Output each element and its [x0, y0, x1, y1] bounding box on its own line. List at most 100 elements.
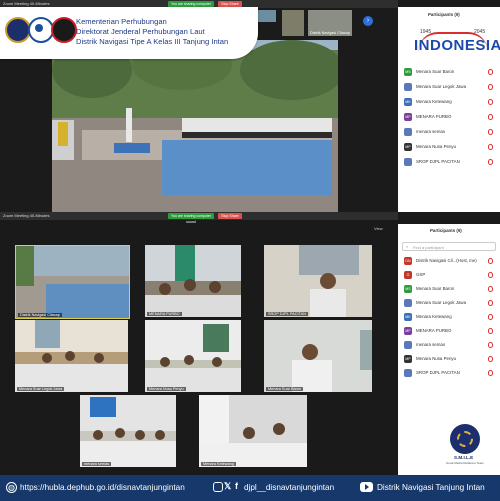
bottom-share-notice: You are sharing computer sound [168, 213, 214, 224]
smile-badge-title: S.M.I.L.E [454, 455, 474, 460]
participant-item[interactable]: SROP DJPL PACITAN [404, 157, 496, 168]
muted-mic-icon[interactable] [488, 144, 493, 150]
participant-name: Menara Ketewang [416, 99, 452, 104]
participant-name: Menara Ketewang [416, 314, 452, 319]
participant-avatar: MP [404, 355, 412, 363]
participant-avatar [404, 341, 412, 349]
participant-avatar: MP [404, 113, 412, 121]
participant-item[interactable]: MP MENARA PURBO [404, 112, 496, 123]
participant-avatar [404, 128, 412, 136]
participant-item[interactable]: MP Menara Nusa Penyu [404, 354, 496, 365]
muted-mic-icon[interactable] [488, 286, 493, 292]
globe-icon: ◍ [6, 482, 17, 493]
video-tile[interactable]: Distrik Navigasi Cilacap [15, 245, 130, 319]
participant-name: Menara Nusa Penyu [416, 144, 457, 149]
twitter-icon: 𝕏 [224, 481, 232, 491]
participant-item[interactable]: MP Menara Nusa Penyu [404, 142, 496, 153]
muted-mic-icon[interactable] [488, 314, 493, 320]
muted-mic-icon[interactable] [488, 84, 493, 90]
muted-mic-icon[interactable] [488, 328, 493, 334]
year-left: 1945 [420, 29, 432, 35]
muted-mic-icon[interactable] [488, 99, 493, 105]
footer-website[interactable]: https://hubla.dephub.go.id/disnavtanjung… [20, 483, 185, 492]
bottom-zoom-window-title: Zoom Meeting 40-Minutes [3, 213, 50, 218]
participant-item[interactable]: MS Menara Suar Baron [404, 284, 496, 295]
top-participants-panel: Participants (9) 1945 2045 INDONESIA MS M… [398, 7, 500, 215]
video-tile[interactable]: MENARA PURBO [145, 245, 241, 317]
tile-label: MENARA PURBO [147, 312, 182, 316]
tile-label: menara semas [82, 462, 112, 466]
muted-mic-icon[interactable] [488, 342, 493, 348]
footer-social[interactable]: djpl__disnavtanjungintan [244, 483, 334, 492]
tile-label: Menara Suar Legok Jawa [17, 387, 65, 391]
bottom-participants-title: Participants (9) [430, 228, 462, 233]
ceremony-scene [52, 40, 338, 212]
participant-item[interactable]: menara semas [404, 127, 496, 138]
participant-item[interactable]: G GSP [404, 270, 496, 281]
youtube-icon [360, 482, 373, 492]
participant-avatar: MP [404, 143, 412, 151]
participant-avatar: MS [404, 68, 412, 76]
top-thumb-1 [258, 10, 276, 22]
video-tile[interactable]: Menara Suar Legok Jawa [15, 320, 128, 392]
footer-youtube[interactable]: Distrik Navigasi Tanjung Intan [377, 483, 485, 492]
muted-mic-icon[interactable] [488, 69, 493, 75]
participant-avatar: DN [404, 257, 412, 265]
participant-name: Menara Nusa Penyu [416, 356, 457, 361]
participant-name: menara semas [416, 342, 446, 347]
participant-avatar: MP [404, 327, 412, 335]
participant-item[interactable]: MK Menara Ketewang [404, 312, 496, 323]
participant-name: Menara Suar Baron [416, 286, 455, 291]
top-thumb-3: Distrik Navigasi Cilacap [308, 10, 352, 36]
search-icon: ⌕ [406, 244, 409, 249]
participant-search-input[interactable]: ⌕ Find a participant [402, 242, 496, 251]
bottom-participants-panel: Participants (9) ⌕ Find a participant DN… [398, 224, 500, 475]
muted-mic-icon[interactable] [488, 129, 493, 135]
participant-name: Distrik Navigasi Cil...(Host, me) [416, 258, 477, 263]
facebook-icon: f [235, 481, 238, 491]
participant-name: GSP [416, 272, 426, 277]
muted-mic-icon[interactable] [488, 370, 493, 376]
participant-avatar [404, 83, 412, 91]
participant-avatar [404, 158, 412, 166]
participant-avatar: MS [404, 285, 412, 293]
muted-mic-icon[interactable] [488, 300, 493, 306]
participant-item[interactable]: Menara Suar Legok Jawa [404, 298, 496, 309]
top-participants-title: Participants (9) [428, 12, 460, 17]
participant-item[interactable]: Menara Suar Legok Jawa [404, 82, 496, 93]
agency-title-line-2: Direktorat Jenderal Perhubungan Laut [76, 27, 205, 36]
view-button[interactable]: View [374, 226, 383, 231]
video-tile[interactable]: Menara Nusa Penyu [145, 320, 241, 392]
top-zoom-window-title: Zoom Meeting 40-Minutes [3, 1, 50, 6]
video-tile[interactable]: Menara Ketewang [199, 395, 307, 467]
muted-mic-icon[interactable] [488, 356, 493, 362]
participant-item[interactable]: MK Menara Ketewang [404, 97, 496, 108]
next-page-icon[interactable]: › [363, 16, 373, 26]
top-thumb-label: Distrik Navigasi Cilacap [310, 31, 350, 35]
participant-item[interactable]: MP MENARA PURBO [404, 326, 496, 337]
participant-item[interactable]: DN Distrik Navigasi Cil...(Host, me) [404, 256, 496, 267]
muted-mic-icon[interactable] [488, 272, 493, 278]
participant-item[interactable]: menara semas [404, 340, 496, 351]
video-tile[interactable]: menara semas [80, 395, 176, 467]
muted-mic-icon[interactable] [488, 159, 493, 165]
participant-avatar [404, 299, 412, 307]
indonesia-wordmark: INDONESIA [414, 37, 500, 54]
tile-label: SROP DJPL PACITAN [266, 312, 308, 316]
agency-title-line-1: Kementerian Perhubungan [76, 17, 167, 26]
agency-title-line-3: Distrik Navigasi Tipe A Kelas III Tanjun… [76, 37, 229, 46]
bottom-stop-share-button[interactable]: Stop Share [218, 213, 242, 219]
video-tile[interactable]: Menara Suar Baron [264, 320, 372, 392]
smile-badge-subtitle: Great Media Relations Team [446, 461, 484, 465]
video-tile[interactable]: SROP DJPL PACITAN [264, 245, 372, 317]
participant-item[interactable]: MS Menara Suar Baron [404, 67, 496, 78]
muted-mic-icon[interactable] [488, 114, 493, 120]
participant-name: Menara Suar Baron [416, 69, 455, 74]
tile-label: Distrik Navigasi Cilacap [18, 313, 62, 317]
smile-badge-logo [450, 424, 480, 454]
participant-name: MENARA PURBO [416, 328, 452, 333]
participant-name: SROP DJPL PACITAN [416, 159, 460, 164]
participant-name: Menara Suar Legok Jawa [416, 84, 467, 89]
participant-item[interactable]: SROP DJPL PACITAN [404, 368, 496, 379]
muted-mic-icon[interactable] [488, 258, 493, 264]
